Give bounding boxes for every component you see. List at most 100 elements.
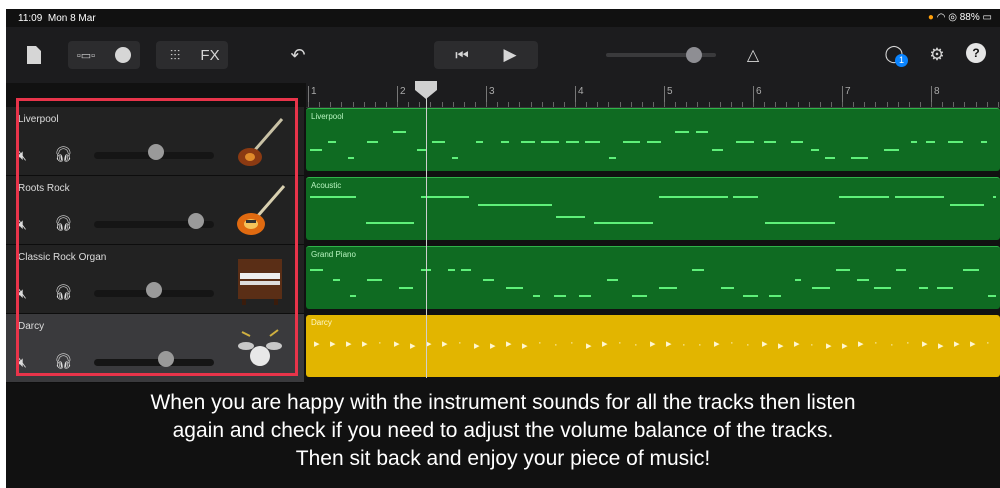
- drum-kit-icon: [238, 329, 282, 366]
- track-header-darcy[interactable]: Darcy 🔇︎ 🎧︎: [6, 314, 304, 383]
- note: [366, 141, 378, 143]
- ruler-tick: [697, 102, 699, 107]
- sliders-icon: ⫶⫶⫶: [169, 46, 181, 63]
- headphones-icon[interactable]: 🎧︎: [54, 145, 73, 163]
- ruler-tick: [630, 102, 632, 107]
- ruler-tick: [931, 102, 932, 107]
- fx-button[interactable]: FX: [192, 41, 228, 69]
- location-icon: ◎: [948, 12, 957, 23]
- note: [936, 287, 954, 289]
- toolbar: ▫▭▫ ⫶⫶⫶ FX ↶ ⏮ ▶ △ ◯ 1 ⚙ ?: [6, 27, 1000, 83]
- drum-hit: ▸: [794, 338, 800, 350]
- ruler-tick: [497, 102, 499, 107]
- bar-number: 8: [931, 86, 940, 106]
- ruler-tick: [719, 102, 721, 107]
- ruler-tick: [341, 102, 343, 107]
- mixer-button[interactable]: ⫶⫶⫶: [158, 41, 192, 69]
- play-button[interactable]: ▶: [490, 41, 530, 69]
- note: [763, 141, 776, 143]
- track-header-classic-rock-organ[interactable]: Classic Rock Organ 🔇︎ 🎧︎: [6, 245, 304, 314]
- note: [658, 196, 729, 198]
- ruler-tick: [708, 102, 710, 107]
- drum-hit: ▸: [650, 338, 656, 350]
- ruler-tick: [452, 102, 454, 107]
- ruler-tick: [397, 102, 398, 107]
- settings-button[interactable]: ⚙: [924, 41, 950, 69]
- ruler-tick: [519, 102, 521, 107]
- headphones-icon[interactable]: 🎧︎: [54, 214, 73, 232]
- tracks-view-icon: ▫▭▫: [76, 49, 96, 62]
- fx-label: FX: [200, 46, 220, 64]
- note: [856, 279, 870, 281]
- drum-hit: ▸: [362, 338, 368, 350]
- ruler-tick: [530, 102, 532, 107]
- note: [810, 149, 820, 151]
- note: [520, 141, 535, 143]
- caption-line: When you are happy with the instrument s…: [150, 391, 856, 414]
- my-songs-button[interactable]: [24, 43, 44, 67]
- mute-icon[interactable]: 🔇︎: [18, 147, 27, 164]
- region-liverpool[interactable]: Liverpool: [306, 108, 1000, 171]
- metronome-button[interactable]: △: [740, 41, 766, 69]
- track-volume-knob[interactable]: [188, 213, 204, 229]
- drum-hit: ▸: [490, 340, 496, 352]
- bar-number: 6: [753, 86, 762, 106]
- play-icon: ▶: [503, 45, 517, 64]
- region-grand-piano[interactable]: Grand Piano: [306, 246, 1000, 309]
- track-volume-knob[interactable]: [158, 351, 174, 367]
- note: [894, 196, 945, 198]
- bar-number: 1: [308, 86, 317, 106]
- note: [392, 131, 407, 133]
- help-button[interactable]: ?: [966, 43, 986, 63]
- note: [366, 222, 414, 224]
- region-darcy[interactable]: Darcy ▸ ▸ ▸ ▸ · ▸ ▸ ▸ ▸ · ▸ ▸ ▸ ▸ · · · ▸ ▸ · · ▸ ▸ · · ▸ · · ▸ ▸ ▸ · ▸ ▸…: [306, 315, 1000, 377]
- drum-hit: ·: [378, 337, 382, 349]
- share-button[interactable]: ◯ 1: [880, 39, 908, 69]
- status-bar: 11:09 Mon 8 Mar ● ◠ ◎ 88% ▭: [6, 9, 1000, 27]
- region-acoustic[interactable]: Acoustic: [306, 177, 1000, 240]
- ruler-tick: [486, 102, 487, 107]
- drum-hit: ·: [698, 339, 702, 351]
- note: [475, 141, 484, 143]
- master-volume-knob[interactable]: [686, 47, 702, 63]
- tracks-view-button[interactable]: ▫▭▫: [68, 41, 104, 69]
- note: [631, 295, 648, 297]
- drum-hit: ▸: [474, 340, 480, 352]
- drum-hit: ▸: [394, 338, 400, 350]
- note: [962, 269, 979, 271]
- note: [980, 141, 987, 143]
- track-header-roots-rock[interactable]: Roots Rock 🔇︎ 🎧︎: [6, 176, 304, 245]
- mute-icon[interactable]: 🔇︎: [18, 285, 27, 302]
- note: [606, 279, 618, 281]
- drum-hit: ▸: [506, 338, 512, 350]
- track-volume-knob[interactable]: [146, 282, 162, 298]
- ruler-tick: [352, 102, 354, 107]
- rewind-button[interactable]: ⏮: [442, 41, 482, 69]
- note: [696, 131, 708, 133]
- headphones-icon[interactable]: 🎧︎: [54, 283, 73, 301]
- timeline-ruler[interactable]: 1 2 3 4 5 6 7 8: [306, 83, 1000, 108]
- ruler-tick: [764, 102, 766, 107]
- organ-icon: [238, 259, 282, 305]
- browser-button[interactable]: [106, 41, 140, 69]
- ruler-tick: [919, 102, 921, 107]
- headphones-icon[interactable]: 🎧︎: [54, 352, 73, 370]
- bar-number: 5: [664, 86, 673, 106]
- ruler-tick: [441, 102, 443, 107]
- note: [675, 131, 689, 133]
- note: [566, 141, 579, 143]
- track-header-liverpool[interactable]: Liverpool 🔇︎ 🎧︎: [6, 107, 304, 176]
- undo-button[interactable]: ↶: [284, 41, 312, 69]
- garageband-window: 11:09 Mon 8 Mar ● ◠ ◎ 88% ▭ ▫▭▫ ⫶⫶⫶ FX ↶…: [6, 9, 1000, 488]
- drum-hit: ▸: [970, 338, 976, 350]
- ruler-tick: [308, 102, 309, 107]
- drum-hit: ·: [618, 337, 622, 349]
- track-volume-slider[interactable]: [94, 359, 214, 366]
- note: [584, 141, 601, 143]
- drum-hit: ▸: [858, 338, 864, 350]
- note: [692, 269, 704, 271]
- caption-line: again and check if you need to adjust th…: [172, 419, 834, 442]
- mute-icon[interactable]: 🔇︎: [18, 354, 27, 371]
- playhead-line: [426, 83, 427, 378]
- mute-icon[interactable]: 🔇︎: [18, 216, 27, 233]
